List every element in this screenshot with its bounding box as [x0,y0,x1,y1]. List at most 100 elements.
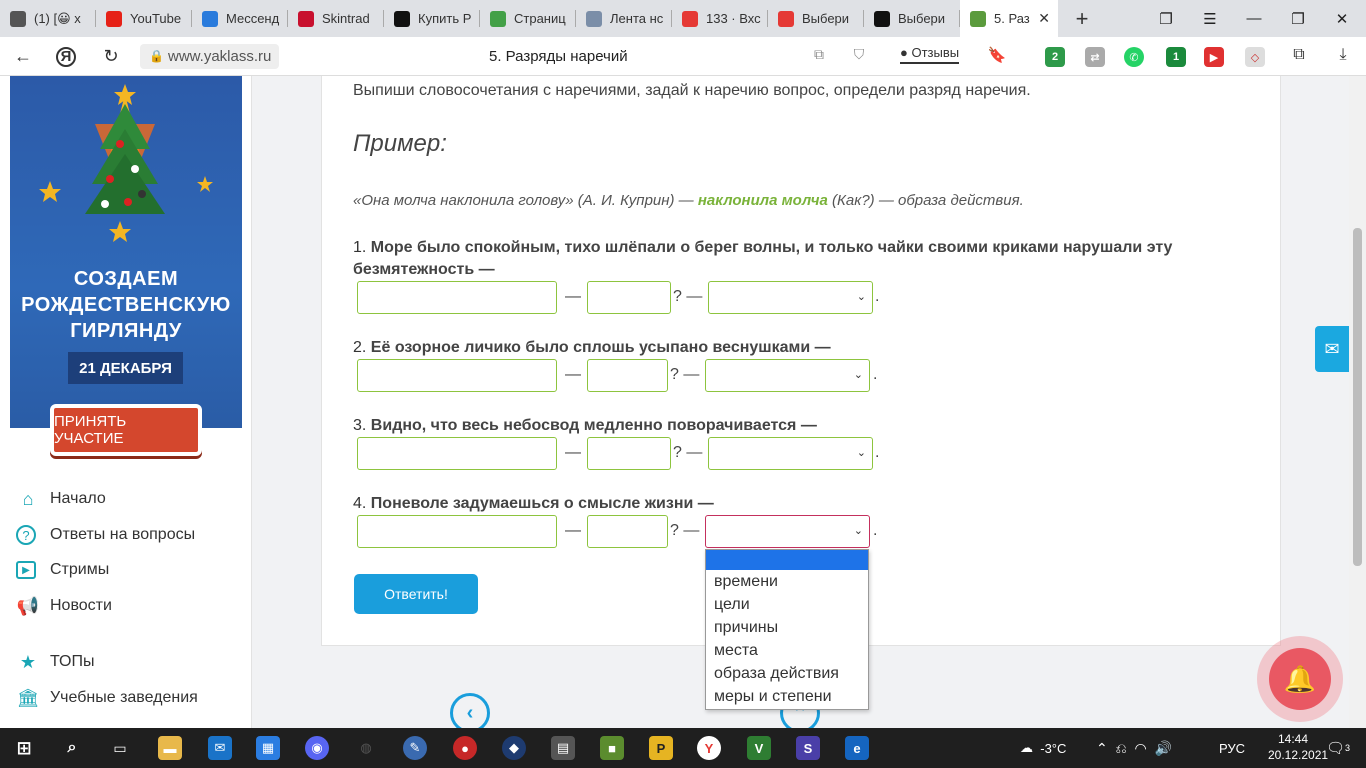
nav-item-tops[interactable]: ★ ТОПы [16,650,95,674]
tab-close-icon[interactable]: ✕ [1038,10,1050,27]
q2-question-input[interactable] [587,359,668,392]
vpn-icon[interactable]: V [747,736,771,760]
q4-question-input[interactable] [587,515,668,548]
q3-question-input[interactable] [587,437,671,470]
tab-active[interactable]: 5. Раз ✕ [960,0,1058,37]
notifications-icon[interactable]: 🗨 3 [1326,728,1350,768]
extensions-icon[interactable]: ⧉ [1288,46,1310,64]
scrollbar-thumb[interactable] [1353,228,1362,566]
close-window-button[interactable]: ✕ [1320,0,1364,37]
copy-icon[interactable]: ⧉ [808,46,830,63]
tab-favicon-icon [106,10,122,27]
dropdown-option[interactable]: причины [706,616,868,639]
reviews-label: Отзывы [911,45,960,60]
tab-label: YouTube [130,11,182,26]
q1-question-input[interactable] [587,281,671,314]
dropdown-option[interactable]: цели [706,593,868,616]
language-indicator[interactable]: РУС [1219,728,1245,768]
menu-icon[interactable]: ☰ [1188,0,1232,37]
url-field[interactable]: 🔒 www.yaklass.ru [140,44,280,69]
q4-category-select[interactable]: ⌄ [705,515,870,548]
tab[interactable]: Выбери [768,0,864,37]
tab[interactable]: Страниц [480,0,576,37]
skype-like-icon[interactable]: S [796,736,820,760]
calculator-icon[interactable]: ▤ [551,736,575,760]
tab-search-icon[interactable]: ❐ [1144,0,1188,37]
example-highlight: наклонила молча [697,192,828,209]
tab[interactable]: Skintrad [288,0,384,37]
bookmark-icon[interactable]: 🔖 [986,46,1008,64]
nav-item-home[interactable]: ⌂ Начало [16,487,106,511]
dropdown-option[interactable]: образа действия [706,662,868,685]
nav-item-answers[interactable]: ? Ответы на вопросы [16,523,195,547]
record-icon[interactable]: ● [453,736,477,760]
minimize-button[interactable]: — [1232,0,1276,37]
mail-app-icon[interactable]: ✉ [208,736,232,760]
yandex-browser-icon[interactable]: Y [697,736,721,760]
extension-2-icon[interactable]: 1 [1166,47,1186,67]
protect-icon[interactable]: ⛉ [848,46,870,63]
dropdown-option[interactable] [706,550,868,570]
minecraft-icon[interactable]: ■ [600,736,624,760]
notification-bell-button[interactable]: 🔔 [1257,636,1343,722]
weather-widget[interactable]: ☁ -3°C [1020,728,1066,768]
yandex-icon[interactable]: Я [56,47,76,67]
chevron-down-icon: ⌄ [853,369,863,381]
translate-icon[interactable]: ⇄ [1085,47,1105,67]
q1-category-select[interactable]: ⌄ [708,281,873,314]
task-view-icon[interactable]: ▭ [108,736,132,760]
ie-icon[interactable]: e [845,736,869,760]
file-explorer-icon[interactable]: ▬ [158,736,182,760]
example-text: «Она молча наклонила голову» (А. И. Купр… [353,192,1024,209]
extension-4-icon[interactable]: ◇ [1245,47,1265,67]
nav-item-streams[interactable]: ▶ Стримы [16,558,109,582]
promo-banner[interactable]: СОЗДАЕМ РОЖДЕСТВЕНСКУЮ ГИРЛЯНДУ 21 ДЕКАБ… [10,76,242,428]
q3-phrase-input[interactable] [357,437,557,470]
tab[interactable]: Выбери [864,0,960,37]
store-icon[interactable]: ▦ [256,736,280,760]
new-tab-button[interactable]: + [1058,6,1106,32]
search-icon[interactable]: ⌕ [60,736,84,760]
join-button[interactable]: ПРИНЯТЬ УЧАСТИЕ [50,404,202,456]
discord-icon[interactable]: ◉ [305,736,329,760]
back-icon[interactable]: ← [12,46,34,67]
q1-phrase-input[interactable] [357,281,557,314]
whatsapp-icon[interactable]: ✆ [1124,47,1144,67]
mouse-app-icon[interactable]: ◍ [354,736,378,760]
q2-category-select[interactable]: ⌄ [705,359,870,392]
extension-3-icon[interactable]: ▶ [1204,47,1224,67]
clock[interactable]: 14:44 20.12.2021 [1268,731,1328,763]
app-icon[interactable]: P [649,736,673,760]
reload-icon[interactable]: ↻ [100,46,122,67]
q2-phrase-input[interactable] [357,359,557,392]
prev-arrow-icon[interactable]: ‹ [450,693,490,728]
tray-icons[interactable]: ⌃ ⎌ ◠ 🔊 [1096,728,1172,768]
tab[interactable]: (1) [😀 х [0,0,96,37]
dropdown-option[interactable]: времени [706,570,868,593]
tab[interactable]: 133 · Вхс [672,0,768,37]
extension-icon[interactable]: 2 [1045,47,1065,67]
reviews-button[interactable]: ● Отзывы [900,45,960,64]
windows-start-icon[interactable]: ⊞ [12,736,36,760]
tab-label: Лента нс [610,11,664,26]
tab[interactable]: YouTube [96,0,192,37]
restore-button[interactable]: ❐ [1276,0,1320,37]
dropdown-option[interactable]: места [706,639,868,662]
q3-category-select[interactable]: ⌄ [708,437,873,470]
q4-phrase-input[interactable] [357,515,557,548]
game-app-icon[interactable]: ◆ [502,736,526,760]
mail-icon[interactable]: ✉ [1315,326,1349,372]
question-4: 4. Поневоле задумаешься о смысле жизни — [353,495,714,512]
download-icon[interactable]: ⤓ [1332,46,1354,64]
page-title: 5. Разряды наречий [489,48,628,65]
nav-item-news[interactable]: 📢 Новости [16,594,112,618]
dropdown-option[interactable]: меры и степени [706,685,868,708]
scrollbar[interactable] [1349,76,1366,728]
tab[interactable]: Мессенд [192,0,288,37]
tab[interactable]: Лента нс [576,0,672,37]
tab[interactable]: Купить Р [384,0,480,37]
paint-icon[interactable]: ✎ [403,736,427,760]
star-icon: ★ [19,651,37,672]
nav-item-institutions[interactable]: 🏛 Учебные заведения [16,686,198,710]
submit-button[interactable]: Ответить! [354,574,478,614]
